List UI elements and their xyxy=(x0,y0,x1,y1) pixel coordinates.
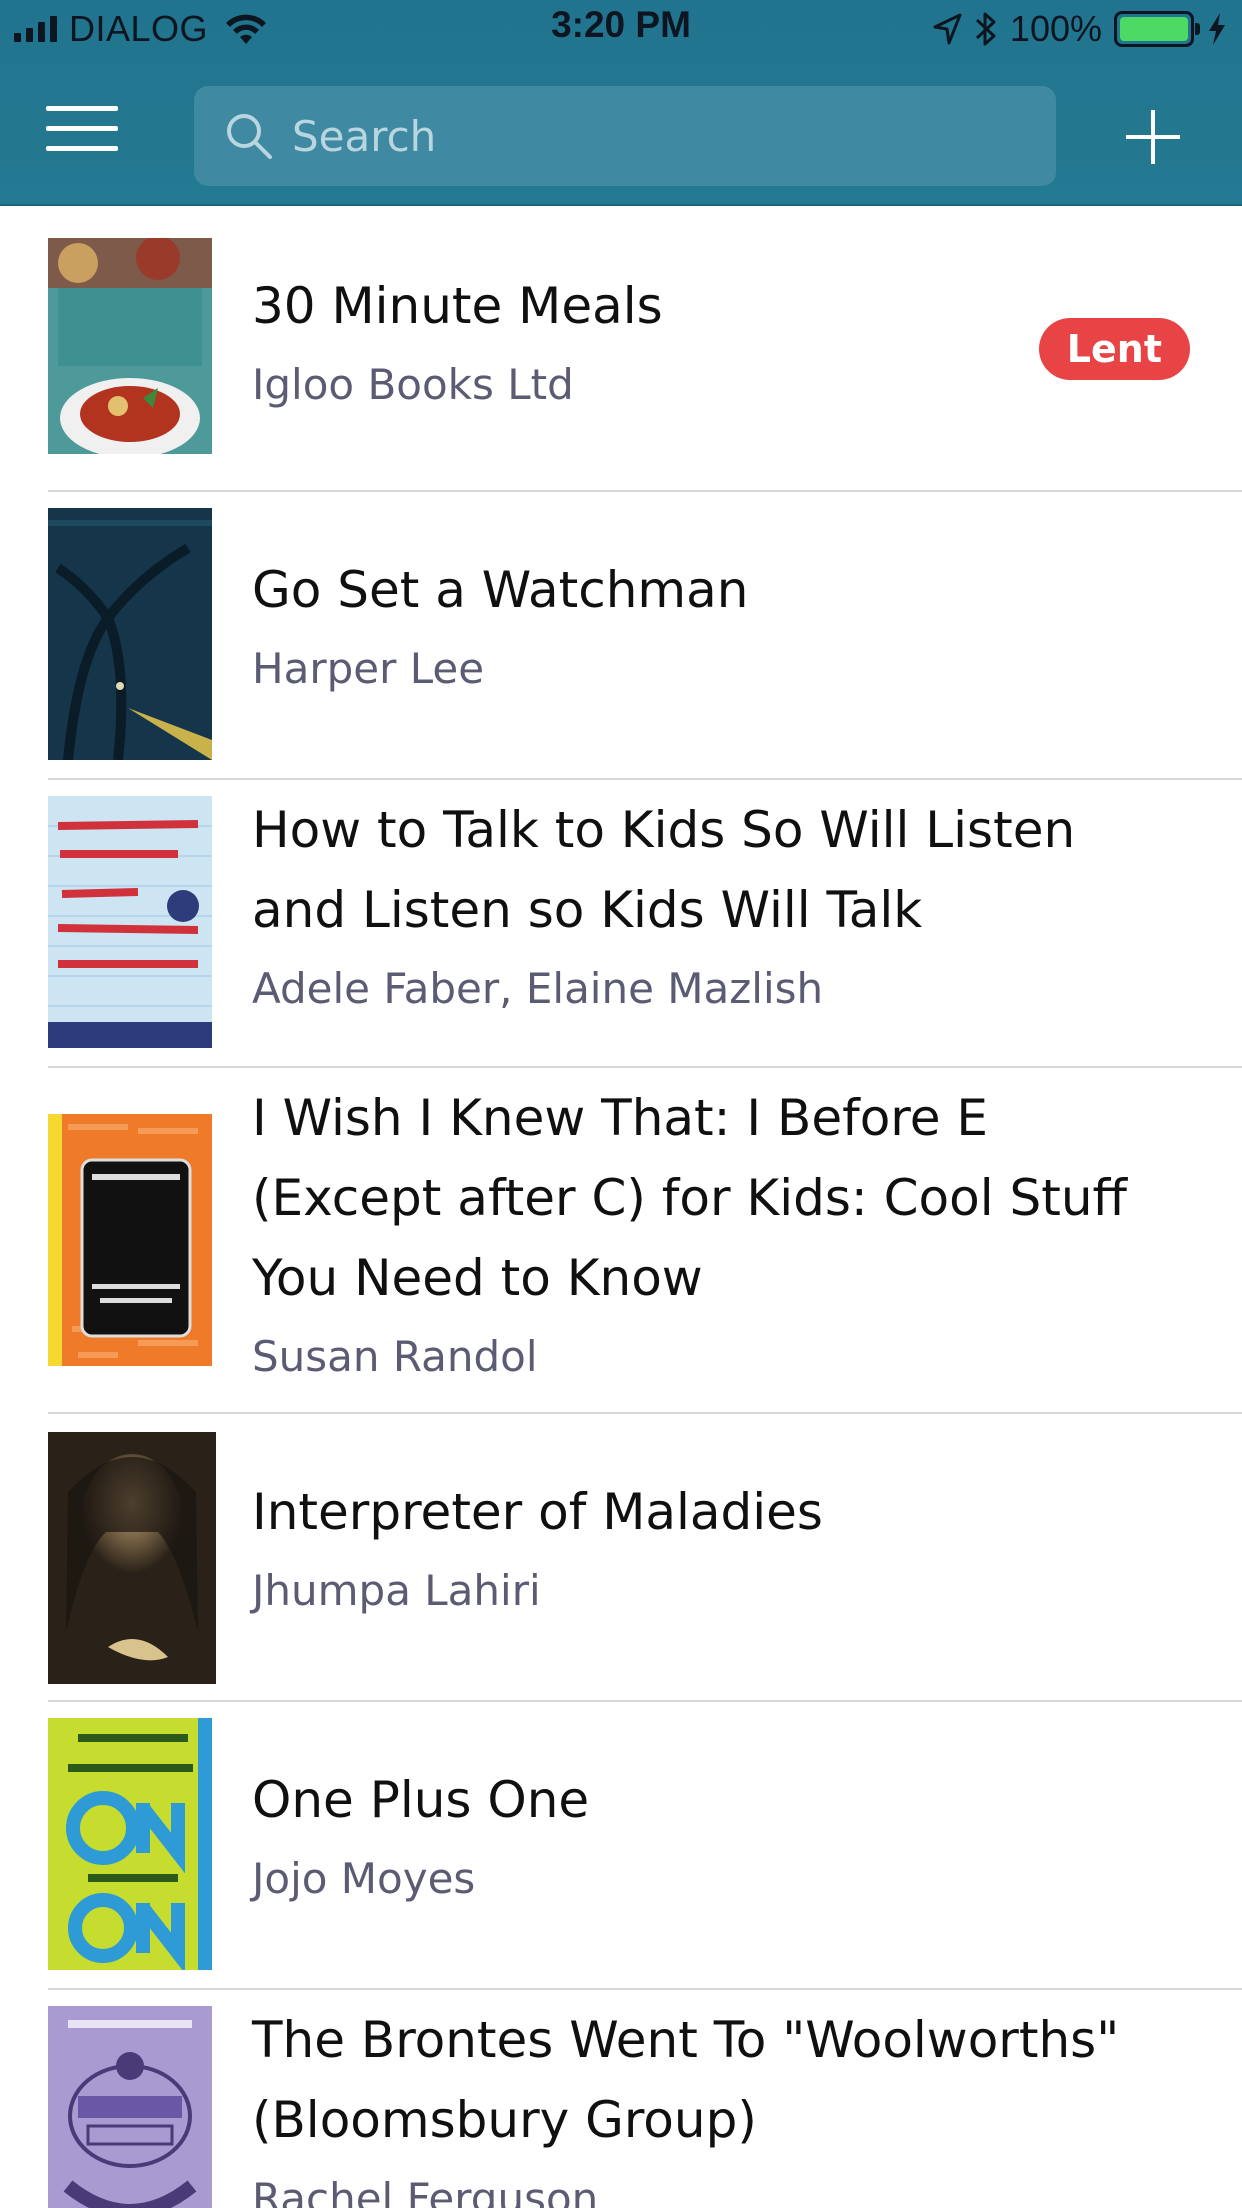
book-row[interactable]: How to Talk to Kids So Will Listen and L… xyxy=(0,780,1242,1068)
book-cover-image xyxy=(48,238,212,454)
book-title: One Plus One xyxy=(252,1771,590,1829)
book-row[interactable]: Interpreter of Maladies Jhumpa Lahiri xyxy=(0,1414,1242,1702)
book-text: One Plus One Jojo Moyes xyxy=(252,1760,1162,1918)
book-author: Adele Faber, Elaine Mazlish xyxy=(252,964,824,1013)
book-author: Harper Lee xyxy=(252,644,485,693)
battery-icon xyxy=(1114,11,1200,47)
book-cover-image xyxy=(48,1114,212,1366)
book-title: Go Set a Watchman xyxy=(252,561,749,619)
battery-level xyxy=(1120,17,1188,41)
book-title: How to Talk to Kids So Will Listen and L… xyxy=(252,801,1076,939)
book-author: Rachel Ferguson xyxy=(252,2174,599,2208)
battery-percent: 100% xyxy=(1009,8,1102,49)
status-bar: DIALOG 3:20 PM 100% xyxy=(0,0,1242,60)
book-author: Jojo Moyes xyxy=(252,1854,476,1903)
book-cover-image xyxy=(48,796,212,1048)
book-author: Igloo Books Ltd xyxy=(252,360,574,409)
book-row[interactable]: I Wish I Knew That: I Before E (Except a… xyxy=(0,1068,1242,1414)
book-text: Interpreter of Maladies Jhumpa Lahiri xyxy=(252,1472,1162,1630)
book-title: 30 Minute Meals xyxy=(252,277,663,335)
search-icon xyxy=(227,114,272,159)
book-text: The Brontes Went To "Woolworths" (Blooms… xyxy=(252,2000,1162,2208)
book-author: Jhumpa Lahiri xyxy=(252,1566,541,1615)
book-row[interactable]: The Brontes Went To "Woolworths" (Blooms… xyxy=(0,1990,1242,2208)
book-row[interactable]: Go Set a Watchman Harper Lee xyxy=(0,492,1242,780)
book-text: How to Talk to Kids So Will Listen and L… xyxy=(252,790,1162,1028)
app-header: DIALOG 3:20 PM 100% xyxy=(0,0,1242,206)
nav-bar xyxy=(0,60,1242,206)
search-bar[interactable] xyxy=(194,86,1056,186)
book-title: The Brontes Went To "Woolworths" (Blooms… xyxy=(252,2011,1120,2149)
book-text: Go Set a Watchman Harper Lee xyxy=(252,550,1162,708)
charging-bolt-icon xyxy=(1209,13,1225,45)
book-text: I Wish I Knew That: I Before E (Except a… xyxy=(252,1078,1162,1396)
book-cover-image xyxy=(48,1432,216,1684)
book-text: 30 Minute Meals Igloo Books Ltd xyxy=(252,266,1162,424)
hamburger-menu-icon[interactable] xyxy=(46,106,126,166)
book-cover-image xyxy=(48,2006,212,2208)
lent-badge: Lent xyxy=(1038,318,1190,380)
book-author: Susan Randol xyxy=(252,1332,538,1381)
plus-icon[interactable] xyxy=(1124,108,1182,166)
book-cover-image xyxy=(48,1718,212,1970)
book-title: Interpreter of Maladies xyxy=(252,1483,823,1541)
book-row[interactable]: One Plus One Jojo Moyes xyxy=(0,1702,1242,1990)
book-title: I Wish I Knew That: I Before E (Except a… xyxy=(252,1089,1127,1307)
book-cover-image xyxy=(48,508,212,760)
bluetooth-icon xyxy=(975,12,996,46)
status-right: 100% xyxy=(932,6,1228,52)
book-row[interactable]: 30 Minute Meals Igloo Books Ltd Lent xyxy=(0,206,1242,492)
search-input[interactable] xyxy=(292,96,1032,176)
location-arrow-icon xyxy=(933,13,962,45)
